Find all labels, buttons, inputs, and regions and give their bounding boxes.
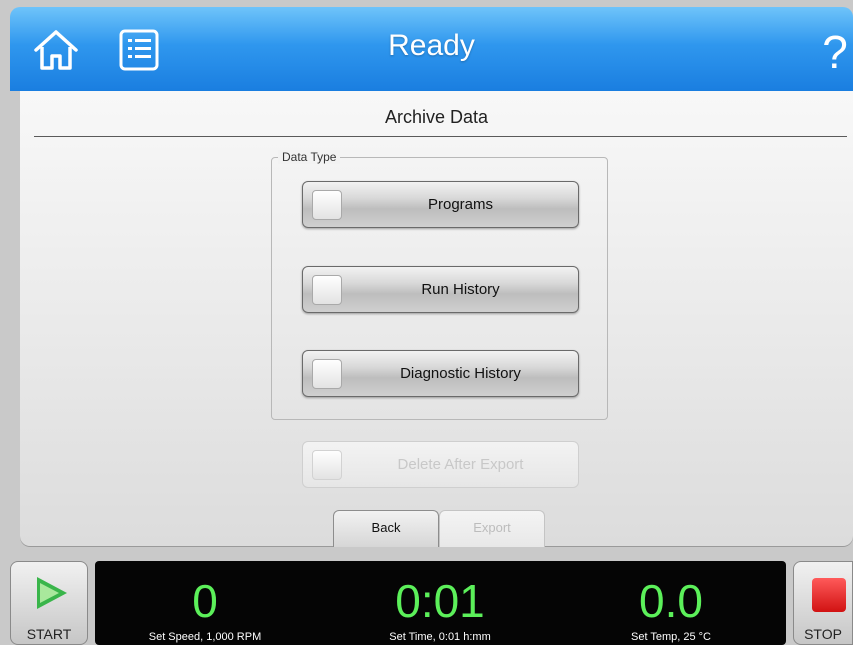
readout-display: 0 Set Speed, 1,000 RPM 0:01 Set Time, 0:…: [95, 561, 786, 645]
diagnostic-history-checkbox[interactable]: [312, 359, 342, 389]
run-history-option-button[interactable]: Run History: [302, 266, 579, 313]
programs-label: Programs: [427, 196, 494, 213]
set-time-label: Set Time, 0:01 h:mm: [389, 631, 491, 643]
delete-after-export-label: Delete After Export: [397, 456, 524, 473]
help-icon[interactable]: ?: [820, 27, 850, 77]
start-label: START: [26, 626, 72, 642]
stop-label: STOP: [804, 626, 842, 642]
stop-button[interactable]: STOP: [793, 561, 853, 645]
run-history-label: Run History: [421, 281, 500, 298]
set-speed-label: Set Speed, 1,000 RPM: [148, 631, 262, 643]
run-history-checkbox[interactable]: [312, 275, 342, 305]
panel-title: Archive Data: [384, 107, 489, 127]
delete-after-export-checkbox: [312, 450, 342, 480]
temperature-readout: 0.0 Set Temp, 25 °C: [556, 561, 786, 643]
title-divider: [34, 136, 847, 137]
archive-data-panel: Archive Data Data Type Programs Run Hist…: [20, 91, 853, 547]
play-icon-highlight: [40, 583, 59, 603]
programs-option-button[interactable]: Programs: [302, 181, 579, 228]
programs-checkbox[interactable]: [312, 190, 342, 220]
delete-after-export-toggle: Delete After Export: [302, 441, 579, 488]
back-button[interactable]: Back: [333, 510, 439, 547]
time-readout: 0:01 Set Time, 0:01 h:mm: [325, 561, 555, 643]
diagnostic-history-label: Diagnostic History: [400, 365, 521, 382]
set-temperature-label: Set Temp, 25 °C: [630, 631, 711, 643]
temperature-value: 0.0: [639, 575, 703, 627]
data-type-label: Data Type: [278, 150, 341, 164]
export-button: Export: [439, 510, 545, 547]
stop-icon: [812, 578, 846, 612]
top-bar: Ready ?: [10, 7, 853, 91]
page-status-title: Ready: [388, 29, 475, 62]
speed-value: 0: [192, 575, 218, 627]
time-value: 0:01: [395, 575, 485, 627]
speed-readout: 0 Set Speed, 1,000 RPM: [90, 561, 320, 643]
status-bar: START 0 Set Speed, 1,000 RPM 0:01 Set Ti…: [0, 556, 853, 645]
start-button[interactable]: START: [10, 561, 88, 645]
diagnostic-history-option-button[interactable]: Diagnostic History: [302, 350, 579, 397]
